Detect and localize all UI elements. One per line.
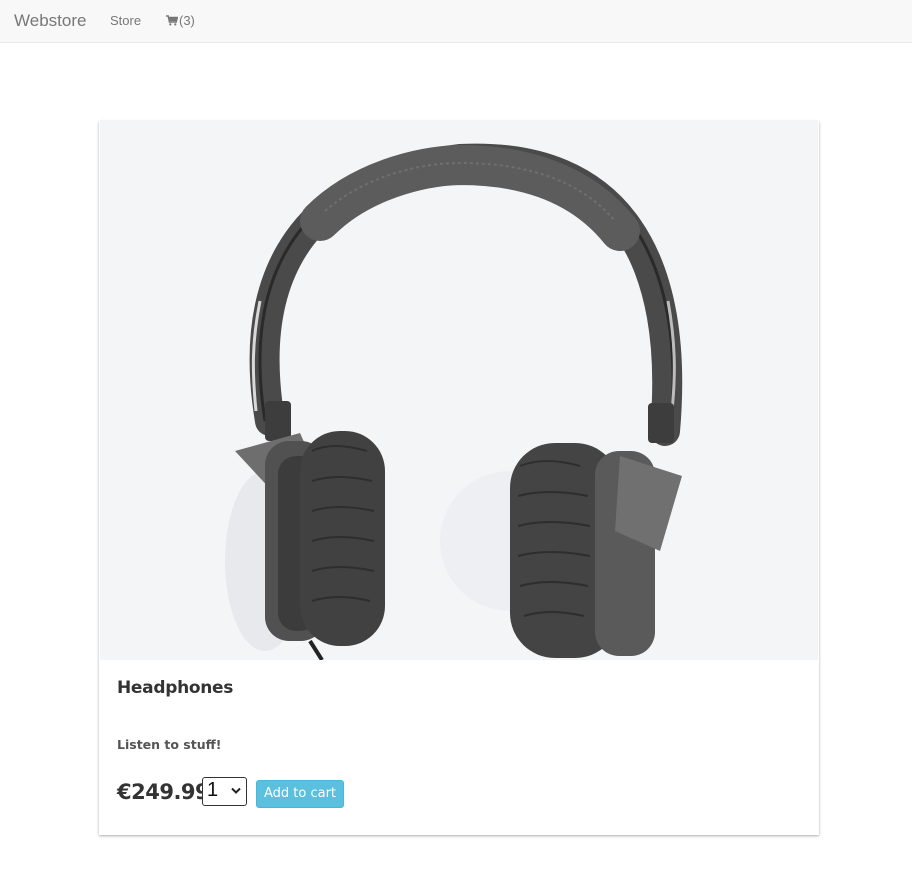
quantity-select[interactable]: 1 xyxy=(202,777,247,806)
add-to-cart-button[interactable]: Add to cart xyxy=(256,780,344,808)
headphones-photo xyxy=(100,121,818,660)
brand-link[interactable]: Webstore xyxy=(14,11,86,31)
quantity-value: 1 xyxy=(207,779,219,801)
product-price: €249.99 xyxy=(117,780,210,804)
shopping-cart-icon xyxy=(166,15,178,26)
product-description: Listen to stuff! xyxy=(117,737,222,752)
chevron-down-icon xyxy=(231,787,241,794)
nav-store-link[interactable]: Store xyxy=(110,13,141,28)
product-name: Headphones xyxy=(117,678,234,698)
cart-count: (3) xyxy=(179,13,195,28)
nav-cart-link[interactable]: (3) xyxy=(166,13,195,28)
product-card: Headphones Listen to stuff! €249.99 1 Ad… xyxy=(99,121,819,835)
top-navbar: Webstore Store (3) xyxy=(0,0,912,43)
